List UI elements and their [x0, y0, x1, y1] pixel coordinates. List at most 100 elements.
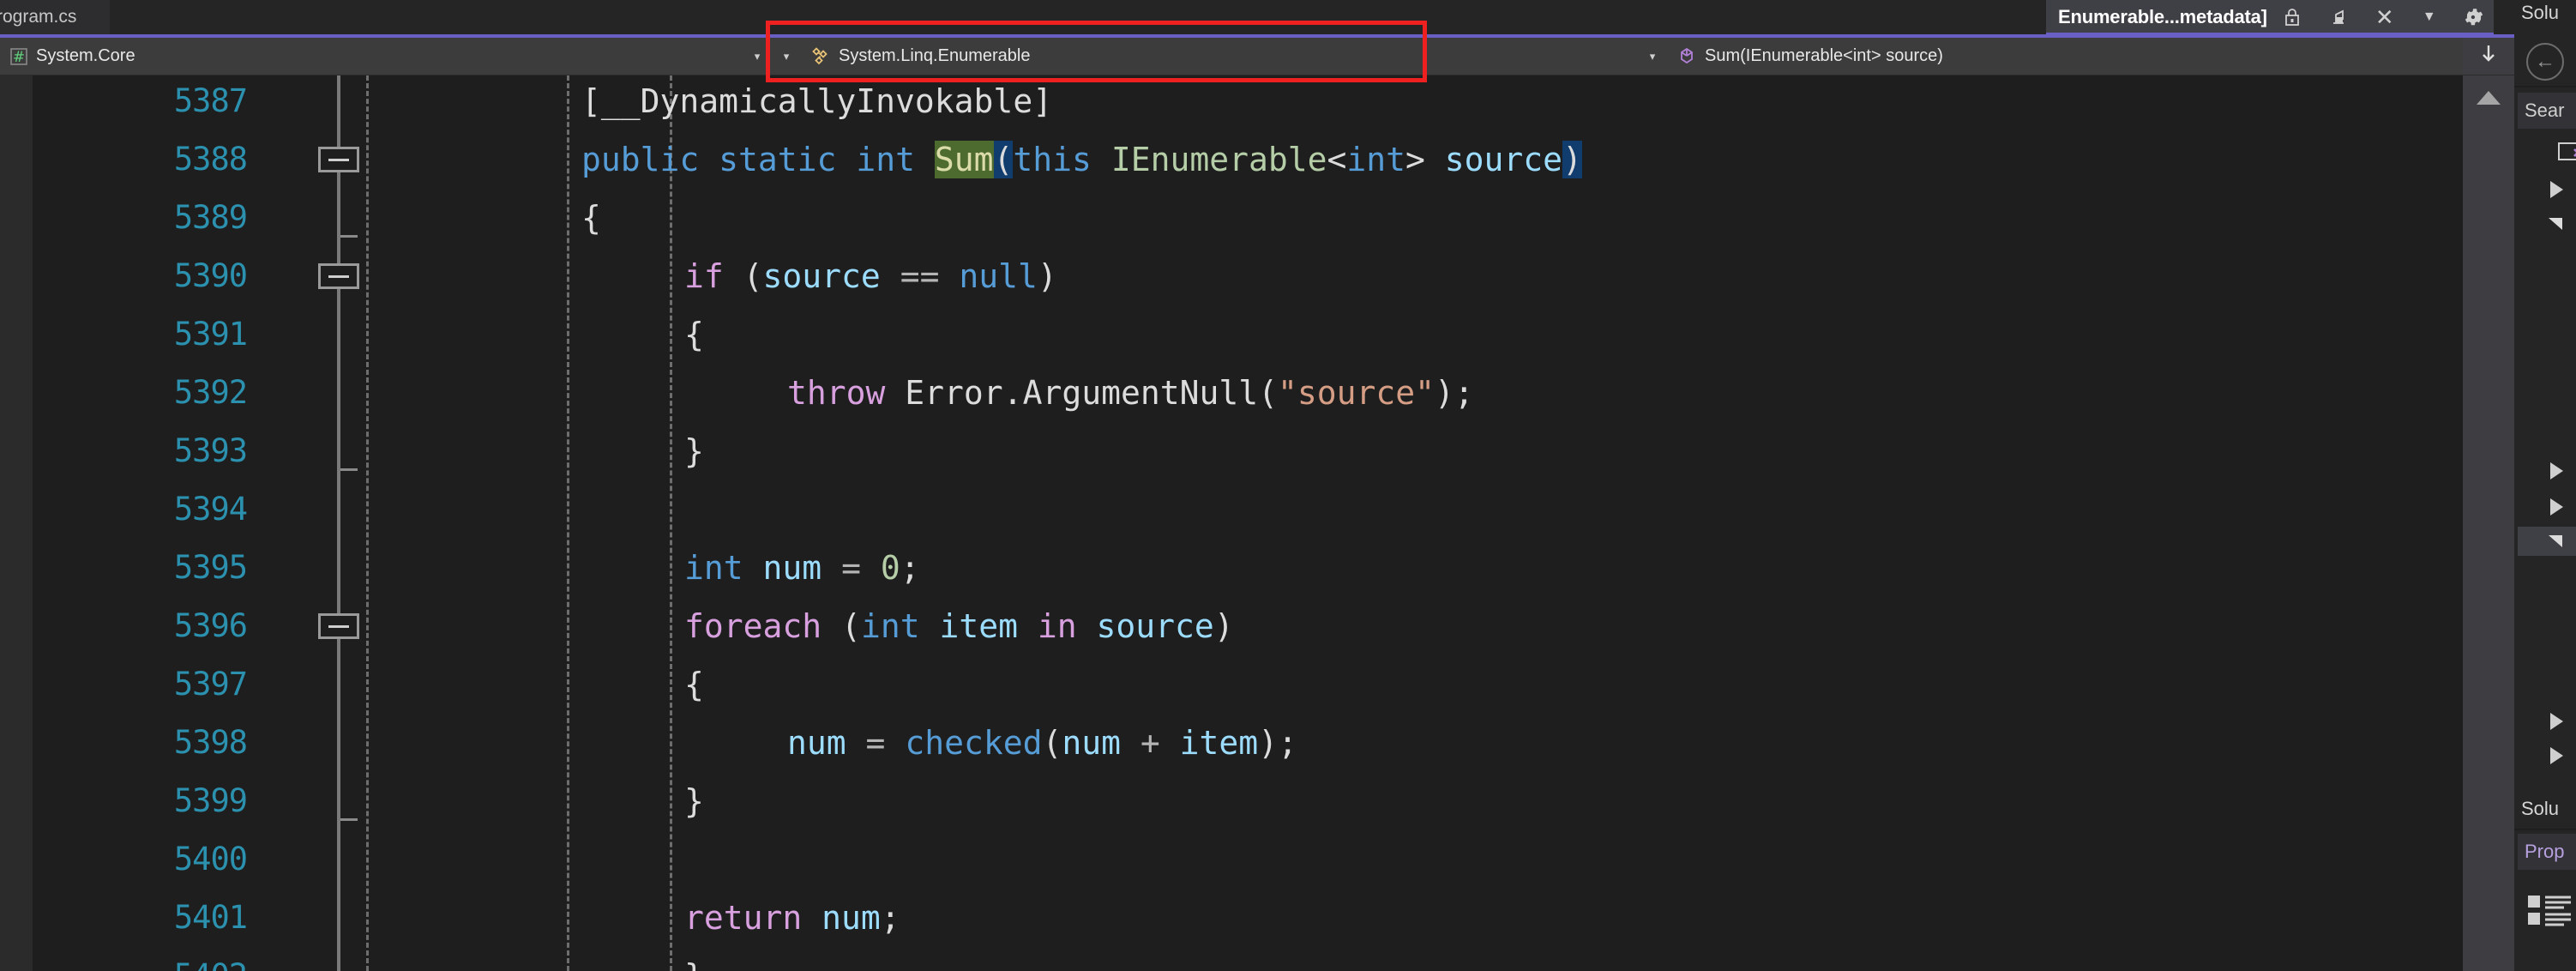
navbar-project-caret[interactable]: ▾	[743, 50, 772, 63]
solution-explorer-panel[interactable]: Solu ← Sear Solu Prop	[2514, 0, 2576, 971]
properties-panel-title[interactable]: Prop	[2518, 834, 2576, 870]
chevron-right-icon[interactable]	[2550, 462, 2563, 479]
navbar-member-dropdown[interactable]: ▾ Sum(IEnumerable<int> source) ▾	[1638, 38, 2514, 75]
collapse-toggle-icon[interactable]	[318, 613, 359, 639]
code-token: num	[1062, 724, 1121, 762]
scrollbar-up-button[interactable]	[2463, 79, 2514, 117]
scroll-up-arrow-icon	[2477, 91, 2501, 105]
code-line-text: }	[684, 947, 704, 971]
chevron-down-icon[interactable]	[2549, 535, 2562, 547]
gear-icon[interactable]	[2461, 4, 2487, 30]
navbar-type-label: System.Linq.Enumerable	[839, 46, 1031, 65]
code-token: .	[1002, 374, 1023, 412]
navbar-type-caret[interactable]: ▾	[772, 50, 801, 63]
code-line[interactable]: 5399}	[33, 772, 2514, 830]
code-editor[interactable]: 5387 [__DynamicallyInvokable] 5388 public s…	[0, 75, 2514, 971]
line-number: 5397	[173, 666, 248, 703]
code-line[interactable]: 5401 return num;	[33, 889, 2514, 947]
code-line[interactable]: 5398 num = checked(num + item);	[33, 714, 2514, 772]
chevron-right-icon[interactable]	[2550, 498, 2563, 516]
code-line[interactable]: 5387 [__DynamicallyInvokable]	[33, 75, 2514, 130]
code-line[interactable]: 5388 public static int Sum(this IEnumerab…	[33, 130, 2514, 189]
code-line[interactable]: 5394	[33, 480, 2514, 539]
collapse-toggle-icon[interactable]	[318, 147, 359, 172]
navbar-project-dropdown[interactable]: # System.Core ▾	[0, 38, 772, 75]
code-line[interactable]: 5389 {	[33, 189, 2514, 247]
scroll-to-bottom-button[interactable]	[2463, 38, 2514, 75]
tree-item-3[interactable]	[2518, 456, 2576, 486]
properties-grid-icon[interactable]	[2526, 892, 2576, 932]
tree-item-6[interactable]	[2518, 741, 2576, 770]
code-token: "source"	[1278, 374, 1435, 412]
solution-tree-root[interactable]	[2518, 137, 2576, 166]
back-arrow-icon[interactable]: ←	[2526, 43, 2564, 81]
navbar-type-dropdown[interactable]: ▾ System.Linq.Enumerable	[772, 38, 1638, 75]
code-token: int	[860, 607, 920, 645]
code-line[interactable]: 5390 if (source == null)	[33, 247, 2514, 305]
code-line[interactable]: 5402}	[33, 947, 2514, 971]
code-token: )	[1213, 607, 1234, 645]
line-number: 5395	[173, 549, 248, 586]
line-number: 5398	[173, 724, 248, 761]
solution-tree[interactable]	[2518, 130, 2576, 799]
code-token: ;	[900, 549, 920, 587]
tab-program-cs[interactable]: rogram.cs	[0, 0, 110, 34]
code-line[interactable]: 5393}	[33, 422, 2514, 480]
code-token: Sum	[934, 141, 994, 178]
svg-text:#: #	[13, 49, 25, 66]
chevron-down-icon[interactable]: ▼	[2417, 4, 2442, 30]
code-line-text: public static int Sum(this IEnumerable<i…	[581, 130, 1582, 189]
code-token: int	[684, 549, 743, 587]
code-line[interactable]: 5391 {	[33, 305, 2514, 364]
code-line-text: {	[581, 189, 601, 247]
tree-item-1[interactable]	[2518, 175, 2576, 204]
code-line-text: {	[684, 655, 704, 714]
code-line[interactable]: 5400	[33, 830, 2514, 889]
pin-icon[interactable]	[2326, 4, 2351, 30]
line-number: 5391	[173, 316, 248, 353]
tree-item-4[interactable]	[2518, 492, 2576, 522]
chevron-down-icon[interactable]	[2549, 218, 2562, 230]
code-token: 0	[880, 549, 900, 587]
line-number: 5392	[173, 374, 248, 411]
code-line[interactable]: 5392 throw Error.ArgumentNull("source");	[33, 364, 2514, 422]
code-lines-container[interactable]: 5387 [__DynamicallyInvokable] 5388 public s…	[33, 75, 2514, 971]
code-line[interactable]: 5396 foreach (int item in source)	[33, 597, 2514, 655]
close-icon[interactable]: ✕	[2372, 4, 2398, 30]
code-line-text: {	[684, 305, 704, 364]
class-icon	[810, 45, 832, 68]
code-token: int	[856, 141, 915, 178]
line-number: 5388	[173, 141, 248, 178]
tree-item-selected[interactable]	[2518, 527, 2576, 556]
code-line-text: }	[684, 772, 704, 830]
line-number: 5400	[173, 841, 248, 878]
navbar-member-caret-left[interactable]: ▾	[1638, 50, 1667, 63]
tab-enumerable-metadata[interactable]: Enumerable...metadata] ✕ ▼	[2046, 0, 2494, 34]
line-number: 5393	[173, 432, 248, 469]
tree-item-2[interactable]	[2518, 209, 2576, 238]
code-token: this	[1013, 141, 1092, 178]
csharp-project-icon: #	[9, 46, 29, 67]
chevron-right-icon[interactable]	[2550, 181, 2563, 198]
vertical-scrollbar[interactable]	[2463, 75, 2514, 971]
chevron-right-icon[interactable]	[2550, 747, 2563, 764]
chevron-right-icon[interactable]	[2550, 713, 2563, 730]
code-line-text: int num = 0;	[684, 539, 920, 597]
solution-icon	[2557, 141, 2576, 163]
code-token: IEnumerable	[1110, 141, 1327, 178]
tree-item-5[interactable]	[2518, 707, 2576, 736]
code-token: in	[1037, 607, 1077, 645]
solution-search-input[interactable]: Sear	[2518, 93, 2576, 129]
code-token: return	[684, 899, 803, 937]
code-line[interactable]: 5395 int num = 0;	[33, 539, 2514, 597]
collapse-toggle-icon[interactable]	[318, 263, 359, 289]
code-token: (	[993, 141, 1014, 178]
code-token: {	[684, 316, 704, 353]
code-line[interactable]: 5397 {	[33, 655, 2514, 714]
